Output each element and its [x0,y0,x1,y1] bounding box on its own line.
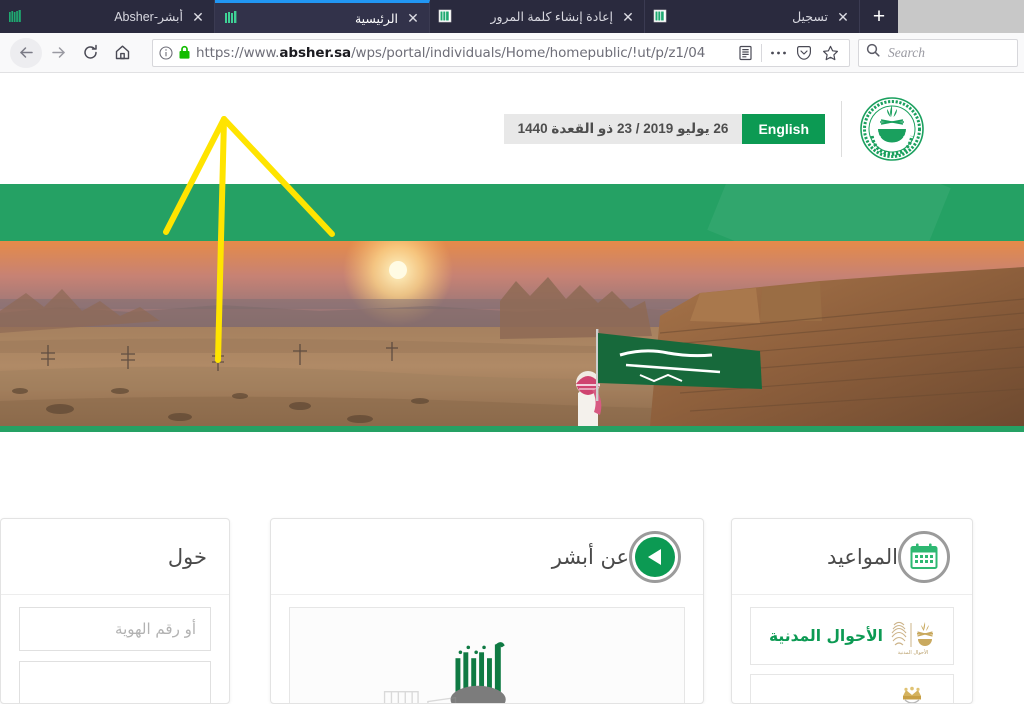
hero-green-band [0,184,1024,241]
url-bar-actions [732,40,843,66]
username-or-id-input[interactable]: أو رقم الهوية [19,607,211,651]
hero-image-desert-sunset [0,241,1024,426]
username-placeholder: أو رقم الهوية [115,620,196,638]
about-absher-card: عن أبشر [270,518,704,704]
url-path: /wps/portal/individuals/Home/homepublic/… [351,44,706,61]
absher-intro-video-thumbnail[interactable] [289,607,685,703]
tab-title: تسجيل [792,10,828,24]
appointments-card: المواعيد الأحوال المدنية الأحوال المدنية [731,518,973,704]
browser-tab-1[interactable]: الرئيسية ✕ [215,0,430,33]
absher-favicon-icon [223,10,238,26]
civil-affairs-logo-icon: الأحوال المدنية [887,615,939,657]
site-header: English 26 يوليو 2019 / 23 ذو القعدة 144… [0,74,1024,184]
tab-strip-filler [898,0,1024,33]
moi-emblem-icon [858,96,926,162]
play-circle [635,536,675,577]
back-arrow-icon[interactable] [10,37,42,68]
absher-favicon-icon [8,9,23,25]
header-utility-strip: English 26 يوليو 2019 / 23 ذو القعدة 144… [503,114,825,144]
more-actions-icon[interactable] [765,40,791,66]
cards-row: خول أو رقم الهوية عن أبشر المواعيد الأحو… [0,518,1024,704]
browser-tab-0[interactable]: أبشر-Absher ✕ [0,0,215,33]
tab-close-icon[interactable]: ✕ [835,10,851,24]
about-card-body [271,595,703,703]
tab-title: أبشر-Absher [114,10,183,24]
browser-tab-3[interactable]: تسجيل ✕ [645,0,860,33]
about-card-header: عن أبشر [271,519,703,595]
login-card-title: خول [167,544,207,569]
url-bar[interactable]: https://www.absher.sa/wps/portal/individ… [152,38,850,67]
login-card-header: خول [1,519,229,595]
hijri-gregorian-date: 26 يوليو 2019 / 23 ذو القعدة 1440 [503,114,743,144]
play-triangle-icon [647,548,661,565]
search-icon [866,43,880,62]
calendar-icon[interactable] [898,530,950,583]
appointments-card-body: الأحوال المدنية الأحوال المدنية [732,595,972,703]
web-page-content: English 26 يوليو 2019 / 23 ذو القعدة 144… [0,74,1024,704]
reload-icon[interactable] [74,38,106,68]
svg-text:الأحوال المدنية: الأحوال المدنية [898,649,929,656]
new-tab-button[interactable]: + [860,0,898,33]
navigation-toolbar: https://www.absher.sa/wps/portal/individ… [0,33,1024,73]
tab-title: إعادة إنشاء كلمة المرور [490,10,613,24]
header-divider [841,101,842,157]
bookmark-star-icon[interactable] [817,40,843,66]
appointments-card-header: المواعيد [732,519,972,595]
reader-view-icon[interactable] [732,40,758,66]
list-item[interactable] [750,674,954,703]
tab-close-icon[interactable]: ✕ [620,10,636,24]
search-bar[interactable]: Search [858,38,1018,67]
absher-favicon-icon [438,9,453,25]
login-card: خول أو رقم الهوية [0,518,230,704]
hero-banner [0,184,1024,432]
home-icon[interactable] [106,38,138,68]
url-host: absher.sa [279,44,352,61]
absher-favicon-icon [653,9,668,25]
hero-bottom-accent [0,426,1024,432]
tab-title: الرئيسية [354,11,398,26]
list-item-label: الأحوال المدنية [769,627,883,645]
tab-strip: أبشر-Absher ✕ الرئيسية ✕ إعادة إنشاء كلم… [0,0,1024,33]
language-switch-button[interactable]: English [742,114,825,144]
appointments-card-title: المواعيد [827,544,898,569]
url-text[interactable]: https://www.absher.sa/wps/portal/individ… [196,45,732,61]
login-card-body: أو رقم الهوية [1,595,229,703]
list-item[interactable]: الأحوال المدنية الأحوال المدنية [750,607,954,665]
crown-emblem-logo-icon [887,682,939,703]
about-card-title: عن أبشر [551,544,629,569]
tab-close-icon[interactable]: ✕ [190,10,206,24]
browser-tab-2[interactable]: إعادة إنشاء كلمة المرور ✕ [430,0,645,33]
browser-window: أبشر-Absher ✕ الرئيسية ✕ إعادة إنشاء كلم… [0,0,1024,704]
forward-arrow-icon[interactable] [42,38,74,68]
pocket-icon[interactable] [791,40,817,66]
search-input[interactable]: Search [888,45,925,61]
password-input[interactable] [19,661,211,703]
play-button-icon[interactable] [629,530,681,583]
url-scheme: https://www. [196,44,280,61]
page-info-icon[interactable] [159,45,173,60]
lock-icon[interactable] [178,45,191,60]
toolbar-separator [761,43,762,62]
tab-close-icon[interactable]: ✕ [405,11,421,25]
